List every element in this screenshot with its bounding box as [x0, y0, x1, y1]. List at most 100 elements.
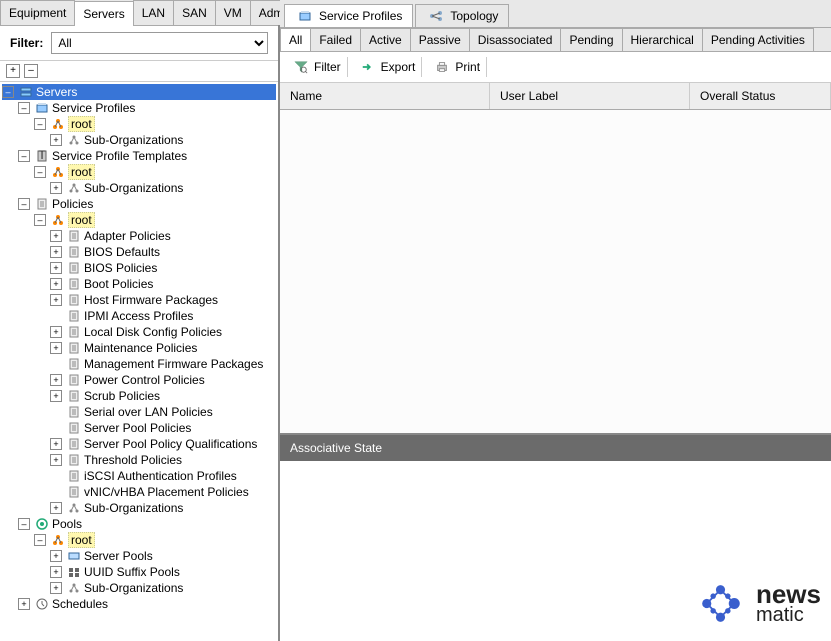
subtab-active[interactable]: Active: [360, 28, 411, 51]
tree-expander[interactable]: –: [34, 534, 46, 546]
tree-item-sub-organizations[interactable]: +Sub-Organizations: [2, 132, 276, 148]
subtab-disassociated[interactable]: Disassociated: [469, 28, 562, 51]
tree-item-pools[interactable]: –Pools: [2, 516, 276, 532]
tree-item-root[interactable]: –root: [2, 532, 276, 548]
tab-servers[interactable]: Servers: [74, 1, 133, 26]
tree-expander[interactable]: +: [50, 582, 62, 594]
tree-expander[interactable]: +: [50, 374, 62, 386]
tree-item-bios-policies[interactable]: +BIOS Policies: [2, 260, 276, 276]
doc-icon: [67, 277, 81, 291]
tree-item-maintenance-policies[interactable]: +Maintenance Policies: [2, 340, 276, 356]
tree-item-server-pool-policies[interactable]: Server Pool Policies: [2, 420, 276, 436]
collapse-all-button[interactable]: –: [24, 64, 38, 78]
tab-san[interactable]: SAN: [173, 0, 216, 25]
org-icon: [67, 501, 81, 515]
tree-expander[interactable]: +: [50, 502, 62, 514]
tree-expander[interactable]: +: [50, 262, 62, 274]
tree-expander[interactable]: +: [50, 390, 62, 402]
filter-select[interactable]: All: [51, 32, 268, 54]
tree-item-sub-organizations[interactable]: +Sub-Organizations: [2, 180, 276, 196]
subtab-pending-activities[interactable]: Pending Activities: [702, 28, 814, 51]
expand-all-button[interactable]: +: [6, 64, 20, 78]
root-icon: [51, 213, 65, 227]
tree-expander[interactable]: +: [18, 598, 30, 610]
tree-item-schedules[interactable]: +Schedules: [2, 596, 276, 612]
tree-expander[interactable]: +: [50, 246, 62, 258]
tab-service-profiles[interactable]: Service Profiles: [284, 4, 413, 27]
tree-expander[interactable]: –: [18, 518, 30, 530]
tree-expander[interactable]: –: [34, 166, 46, 178]
tree-item-scrub-policies[interactable]: +Scrub Policies: [2, 388, 276, 404]
tree-item-threshold-policies[interactable]: +Threshold Policies: [2, 452, 276, 468]
tree-item-management-firmware-packages[interactable]: Management Firmware Packages: [2, 356, 276, 372]
tree-item-bios-defaults[interactable]: +BIOS Defaults: [2, 244, 276, 260]
subtab-passive[interactable]: Passive: [410, 28, 470, 51]
tree-expander[interactable]: +: [50, 326, 62, 338]
tree-item-root[interactable]: – root: [2, 116, 276, 132]
tree-item-vnic-vhba-placement-policies[interactable]: vNIC/vHBA Placement Policies: [2, 484, 276, 500]
tree-item-adapter-policies[interactable]: +Adapter Policies: [2, 228, 276, 244]
tree-expander[interactable]: +: [50, 342, 62, 354]
tree-expander[interactable]: +: [50, 438, 62, 450]
column-overall-status[interactable]: Overall Status: [690, 83, 831, 109]
tree-expander[interactable]: +: [50, 550, 62, 562]
schedule-icon: [35, 597, 49, 611]
tree-expander[interactable]: +: [50, 182, 62, 194]
column-name[interactable]: Name: [280, 83, 490, 109]
tree-expander[interactable]: –: [34, 118, 46, 130]
tree-expander[interactable]: +: [50, 294, 62, 306]
subtab-pending[interactable]: Pending: [560, 28, 622, 51]
tree-expander[interactable]: –: [34, 214, 46, 226]
tree-expander[interactable]: –: [18, 150, 30, 162]
tree-item-server-pool-policy-qualifications[interactable]: +Server Pool Policy Qualifications: [2, 436, 276, 452]
tree-item-sub-organizations[interactable]: + Sub-Organizations: [2, 500, 276, 516]
tree-item-policies[interactable]: –Policies: [2, 196, 276, 212]
tree-item-uuid-suffix-pools[interactable]: +UUID Suffix Pools: [2, 564, 276, 580]
filter-button[interactable]: Filter: [285, 57, 348, 77]
tree-item-serial-over-lan-policies[interactable]: Serial over LAN Policies: [2, 404, 276, 420]
export-button[interactable]: Export: [352, 57, 423, 77]
tree-expander[interactable]: +: [50, 454, 62, 466]
sub-tabs: AllFailedActivePassiveDisassociatedPendi…: [280, 28, 831, 52]
print-button[interactable]: Print: [426, 57, 487, 77]
tree-label: Sub-Organizations: [84, 501, 183, 515]
tree-item-iscsi-authentication-profiles[interactable]: iSCSI Authentication Profiles: [2, 468, 276, 484]
tab-vm[interactable]: VM: [215, 0, 251, 25]
tree-expander[interactable]: +: [50, 278, 62, 290]
tree-label: Servers: [36, 85, 77, 99]
tree-expander[interactable]: +: [50, 230, 62, 242]
tree-item-root[interactable]: –root: [2, 212, 276, 228]
tree-item-boot-policies[interactable]: +Boot Policies: [2, 276, 276, 292]
tree-item-server-pools[interactable]: + Server Pools: [2, 548, 276, 564]
navigation-tree[interactable]: –Servers–Service Profiles–root+Sub-Organ…: [0, 82, 278, 641]
tab-equipment[interactable]: Equipment: [0, 0, 75, 25]
subtab-failed[interactable]: Failed: [310, 28, 361, 51]
policy-icon: [35, 197, 49, 211]
tree-item-host-firmware-packages[interactable]: +Host Firmware Packages: [2, 292, 276, 308]
tree-label: root: [68, 116, 95, 132]
tree-item-power-control-policies[interactable]: +Power Control Policies: [2, 372, 276, 388]
tab-topology[interactable]: Topology: [415, 4, 509, 27]
tree-item-ipmi-access-profiles[interactable]: IPMI Access Profiles: [2, 308, 276, 324]
doc-icon: [67, 293, 81, 307]
topology-icon: [429, 9, 443, 23]
subtab-hierarchical[interactable]: Hierarchical: [622, 28, 703, 51]
column-user-label[interactable]: User Label: [490, 83, 690, 109]
tree-expander[interactable]: –: [18, 198, 30, 210]
tree-item-service-profile-templates[interactable]: –TService Profile Templates: [2, 148, 276, 164]
tree-item-servers[interactable]: – Servers: [2, 84, 276, 100]
tree-item-service-profiles[interactable]: –Service Profiles: [2, 100, 276, 116]
tree-expander[interactable]: –: [2, 86, 14, 98]
tree-expander[interactable]: +: [50, 134, 62, 146]
tree-expander[interactable]: +: [50, 566, 62, 578]
table-body[interactable]: [280, 110, 831, 433]
tree-item-local-disk-config-policies[interactable]: +Local Disk Config Policies: [2, 324, 276, 340]
tree-expander[interactable]: –: [18, 102, 30, 114]
subtab-all[interactable]: All: [280, 28, 311, 51]
tab-lan[interactable]: LAN: [133, 0, 174, 25]
template-icon: T: [35, 149, 49, 163]
tree-item-root[interactable]: –root: [2, 164, 276, 180]
tree-label: Server Pools: [84, 549, 153, 563]
tab-label: Topology: [450, 9, 498, 23]
tree-item-sub-organizations[interactable]: +Sub-Organizations: [2, 580, 276, 596]
